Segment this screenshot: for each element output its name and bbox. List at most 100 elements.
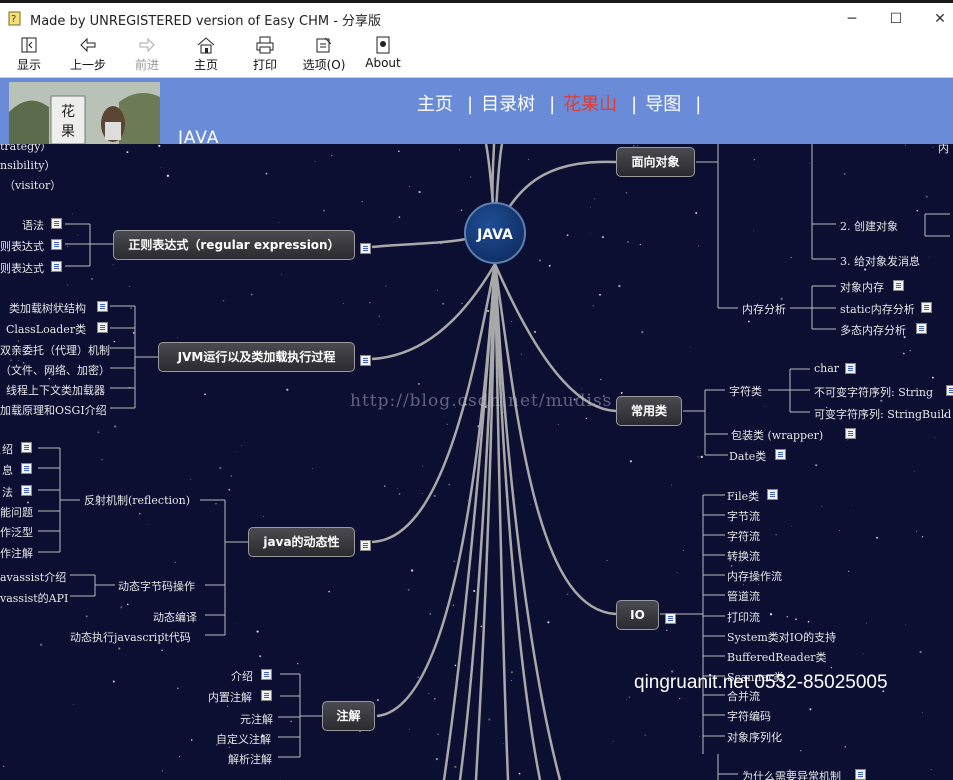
- leaf-byte-stream[interactable]: 字节流: [727, 508, 760, 524]
- leaf-exception[interactable]: 为什么需要异常机制: [742, 768, 841, 780]
- leaf-serialization[interactable]: 对象序列化: [727, 729, 782, 745]
- leaf-file[interactable]: File类: [727, 488, 759, 504]
- close-button[interactable]: ✕: [920, 6, 953, 32]
- leaf-poly-memory[interactable]: 多态内存分析: [840, 322, 906, 338]
- leaf-mutable-string[interactable]: 可变字符序列: StringBuild: [814, 406, 951, 422]
- minimize-button[interactable]: ─: [832, 6, 872, 32]
- oop-node[interactable]: 面向对象: [616, 147, 695, 177]
- nav-mindmap[interactable]: 导图: [645, 94, 681, 115]
- leaf-dyn-2[interactable]: 息: [2, 462, 13, 478]
- leaf-visitor[interactable]: （visitor）: [4, 177, 61, 193]
- note-icon[interactable]: [21, 485, 32, 496]
- note-icon[interactable]: [845, 428, 856, 439]
- leaf-ann-intro[interactable]: 介绍: [231, 668, 253, 684]
- leaf-date[interactable]: Date类: [729, 448, 766, 464]
- note-icon[interactable]: [665, 613, 676, 624]
- leaf-dynamic-js[interactable]: 动态执行javascript代码: [70, 629, 191, 645]
- note-icon[interactable]: [946, 385, 953, 396]
- leaf-strategy[interactable]: trategy）: [0, 144, 51, 154]
- leaf-dyn-3[interactable]: 法: [2, 484, 13, 500]
- forward-button[interactable]: 前进: [121, 36, 173, 76]
- java-center-node[interactable]: JAVA: [464, 202, 526, 264]
- note-icon[interactable]: [97, 322, 108, 333]
- note-icon[interactable]: [261, 690, 272, 701]
- leaf-memory-analysis[interactable]: 内存分析: [742, 301, 786, 317]
- note-icon[interactable]: [51, 239, 62, 250]
- note-icon[interactable]: [97, 301, 108, 312]
- leaf-memory-stream[interactable]: 内存操作流: [727, 568, 782, 584]
- leaf-object-memory[interactable]: 对象内存: [840, 279, 884, 295]
- leaf-char-encoding[interactable]: 字符编码: [727, 708, 771, 724]
- mindmap-canvas[interactable]: JAVA 面向对象 正则表达式（regular expression） JVM运…: [0, 144, 953, 780]
- leaf-bytecode[interactable]: 动态字节码操作: [118, 578, 195, 594]
- leaf-dyn-5[interactable]: 作泛型: [0, 524, 33, 540]
- maximize-button[interactable]: ☐: [876, 6, 916, 32]
- leaf-convert-stream[interactable]: 转换流: [727, 548, 760, 564]
- leaf-ann-meta[interactable]: 元注解: [240, 711, 273, 727]
- note-icon[interactable]: [775, 449, 786, 460]
- note-icon[interactable]: [360, 540, 371, 551]
- leaf-char-stream[interactable]: 字符流: [727, 528, 760, 544]
- leaf-ann-builtin[interactable]: 内置注解: [208, 689, 252, 705]
- leaf-regex-2[interactable]: 则表达式: [0, 238, 44, 254]
- note-icon[interactable]: [51, 261, 62, 272]
- note-icon[interactable]: [51, 218, 62, 229]
- note-icon[interactable]: [916, 323, 927, 334]
- leaf-javassist-2[interactable]: vassist的API: [0, 590, 68, 606]
- leaf-dyn-4[interactable]: 能问题: [0, 504, 33, 520]
- leaf-system-io[interactable]: System类对IO的支持: [727, 629, 836, 645]
- note-icon[interactable]: [845, 363, 856, 374]
- note-icon[interactable]: [360, 243, 371, 254]
- back-button[interactable]: 上一步: [62, 36, 114, 76]
- note-icon[interactable]: [767, 489, 778, 500]
- leaf-buffered-reader[interactable]: BufferedReader类: [727, 649, 826, 665]
- leaf-regex-syntax[interactable]: 语法: [22, 217, 44, 233]
- note-icon[interactable]: [21, 463, 32, 474]
- leaf-responsibility[interactable]: nsibility）: [0, 157, 55, 173]
- leaf-char[interactable]: char: [814, 362, 839, 375]
- note-icon[interactable]: [360, 355, 371, 366]
- leaf-javassist-1[interactable]: avassist介绍: [0, 569, 66, 585]
- leaf-oop-right[interactable]: 内: [938, 144, 949, 156]
- options-button[interactable]: 选项(O): [298, 36, 350, 76]
- leaf-dyn-6[interactable]: 作注解: [0, 545, 33, 561]
- leaf-regex-3[interactable]: 则表达式: [0, 260, 44, 276]
- note-icon[interactable]: [21, 442, 32, 453]
- leaf-jvm-3[interactable]: 双亲委托（代理）机制: [0, 342, 110, 358]
- io-node[interactable]: IO: [616, 600, 659, 630]
- common-classes-node[interactable]: 常用类: [616, 396, 682, 426]
- leaf-jvm-6[interactable]: 加载原理和OSGI介绍: [0, 402, 107, 418]
- leaf-print-stream[interactable]: 打印流: [727, 609, 760, 625]
- leaf-jvm-4[interactable]: （文件、网络、加密）: [0, 362, 110, 378]
- leaf-ann-parse[interactable]: 解析注解: [228, 751, 272, 767]
- leaf-reflection[interactable]: 反射机制(reflection): [84, 492, 190, 508]
- leaf-jvm-5[interactable]: 线程上下文类加载器: [6, 382, 105, 398]
- leaf-dyn-1[interactable]: 绍: [2, 441, 13, 457]
- leaf-create-object[interactable]: 2. 创建对象: [840, 218, 898, 234]
- regex-node[interactable]: 正则表达式（regular expression）: [113, 230, 355, 260]
- about-button[interactable]: About: [357, 36, 409, 76]
- dynamic-node[interactable]: java的动态性: [248, 527, 355, 557]
- nav-toc[interactable]: 目录树: [481, 94, 535, 115]
- nav-home[interactable]: 主页: [417, 94, 453, 115]
- leaf-static-memory[interactable]: static内存分析: [840, 301, 915, 317]
- note-icon[interactable]: [261, 669, 272, 680]
- note-icon[interactable]: [855, 769, 866, 780]
- leaf-wrapper[interactable]: 包装类 (wrapper): [731, 427, 823, 443]
- leaf-jvm-2[interactable]: ClassLoader类: [6, 321, 86, 337]
- nav-huaguoshan[interactable]: 花果山: [563, 94, 617, 115]
- jvm-node[interactable]: JVM运行以及类加载执行过程: [158, 342, 355, 372]
- annotation-node[interactable]: 注解: [322, 701, 375, 731]
- note-icon[interactable]: [893, 280, 904, 291]
- leaf-jvm-1[interactable]: 类加载树状结构: [9, 300, 86, 316]
- print-button[interactable]: 打印: [239, 36, 291, 76]
- leaf-dynamic-compile[interactable]: 动态编译: [153, 609, 197, 625]
- home-button[interactable]: 主页: [180, 36, 232, 76]
- leaf-immutable-string[interactable]: 不可变字符序列: String: [814, 384, 933, 400]
- note-icon[interactable]: [921, 302, 932, 313]
- leaf-send-message[interactable]: 3. 给对象发消息: [840, 253, 920, 269]
- leaf-pipe-stream[interactable]: 管道流: [727, 588, 760, 604]
- show-button[interactable]: 显示: [3, 36, 55, 76]
- leaf-string-class[interactable]: 字符类: [729, 383, 762, 399]
- leaf-ann-custom[interactable]: 自定义注解: [216, 731, 271, 747]
